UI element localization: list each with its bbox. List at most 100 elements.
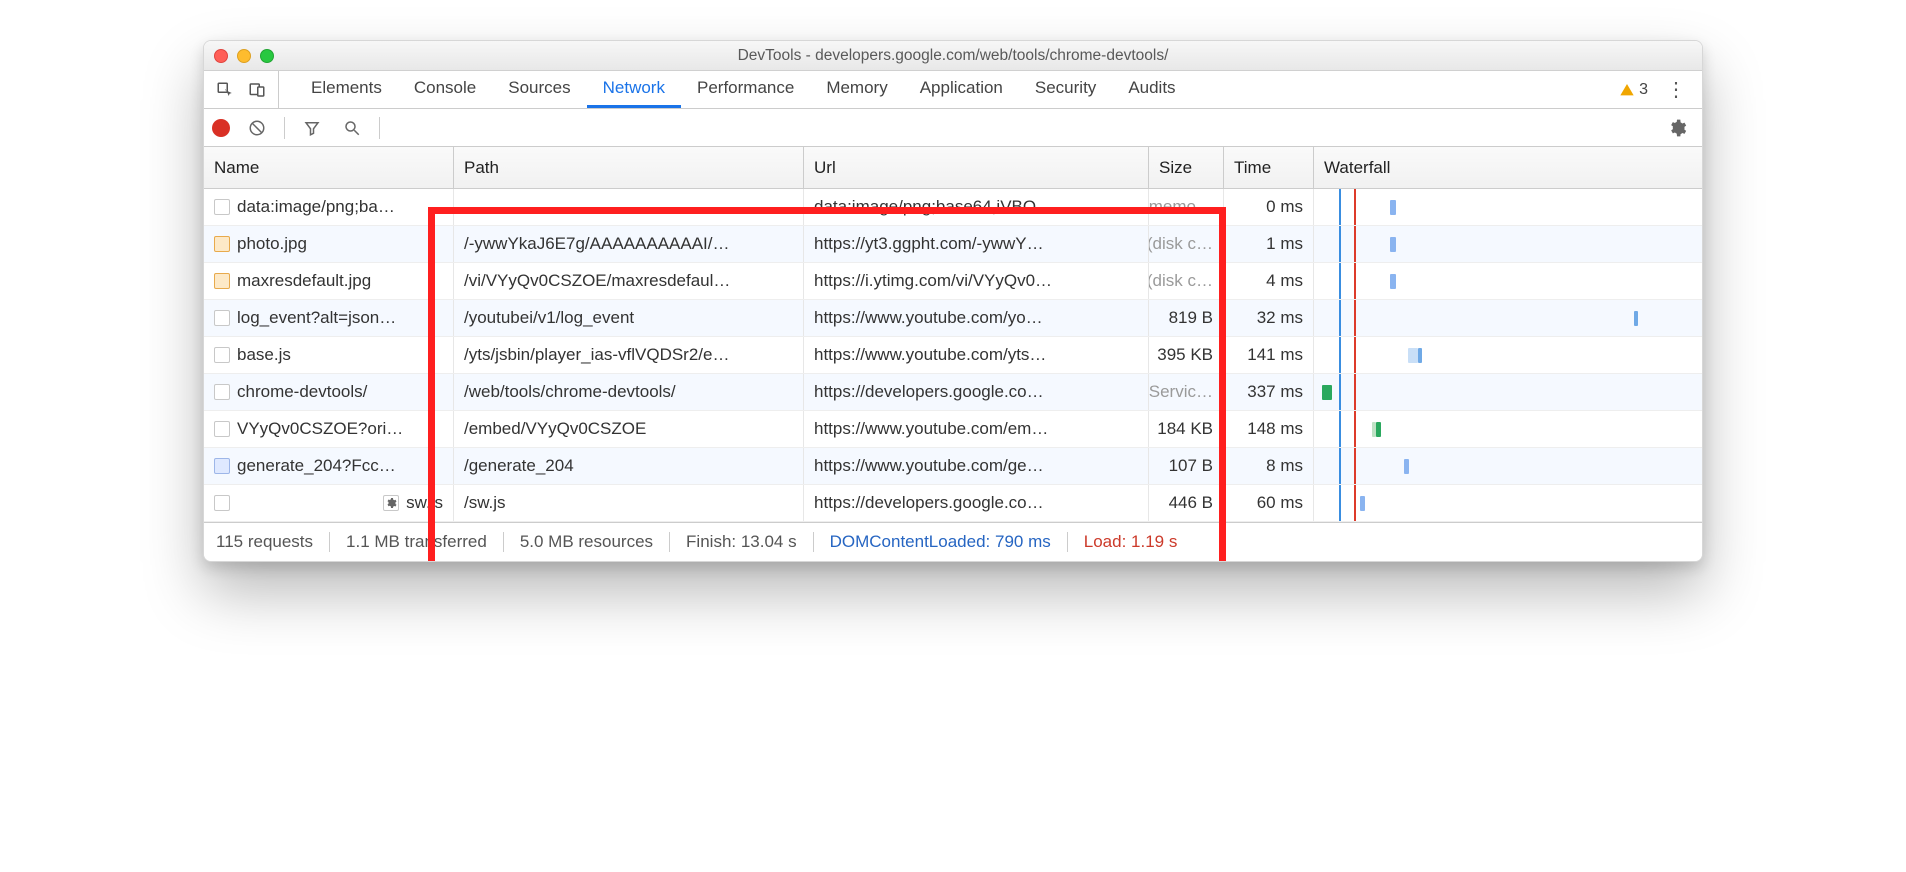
load-marker-line bbox=[1354, 189, 1356, 225]
tab-elements[interactable]: Elements bbox=[295, 71, 398, 108]
cell-time: 4 ms bbox=[1224, 263, 1314, 299]
load-marker-line bbox=[1354, 337, 1356, 373]
row-name: maxresdefault.jpg bbox=[237, 271, 371, 291]
cell-name: chrome-devtools/ bbox=[204, 374, 454, 410]
cell-url: https://www.youtube.com/yts… bbox=[804, 337, 1149, 373]
waterfall-bar bbox=[1322, 385, 1332, 400]
cell-path: /-ywwYkaJ6E7g/AAAAAAAAAAI/… bbox=[454, 226, 804, 262]
col-name[interactable]: Name bbox=[204, 147, 454, 188]
cell-name: photo.jpg bbox=[204, 226, 454, 262]
network-toolbar bbox=[204, 109, 1702, 147]
table-row[interactable]: sw.js/sw.jshttps://developers.google.co…… bbox=[204, 485, 1702, 522]
cell-path: /vi/VYyQv0CSZOE/maxresdefaul… bbox=[454, 263, 804, 299]
cell-path: /embed/VYyQv0CSZOE bbox=[454, 411, 804, 447]
row-name: VYyQv0CSZOE?ori… bbox=[237, 419, 403, 439]
cell-url: https://www.youtube.com/em… bbox=[804, 411, 1149, 447]
col-time[interactable]: Time bbox=[1224, 147, 1314, 188]
sb-finish: Finish: 13.04 s bbox=[670, 532, 814, 552]
image-file-icon bbox=[214, 273, 230, 289]
cell-name: log_event?alt=json… bbox=[204, 300, 454, 336]
dcl-marker-line bbox=[1339, 300, 1341, 336]
settings-gear-icon[interactable] bbox=[1664, 115, 1690, 141]
col-path[interactable]: Path bbox=[454, 147, 804, 188]
load-marker-line bbox=[1354, 374, 1356, 410]
row-name: photo.jpg bbox=[237, 234, 307, 254]
document-file-icon bbox=[214, 421, 230, 437]
sb-dcl: DOMContentLoaded: 790 ms bbox=[814, 532, 1068, 552]
dcl-marker-line bbox=[1339, 337, 1341, 373]
devtools-tabs: ElementsConsoleSourcesNetworkPerformance… bbox=[204, 71, 1702, 109]
document-file-icon bbox=[214, 384, 230, 400]
tab-sources[interactable]: Sources bbox=[492, 71, 586, 108]
record-button[interactable] bbox=[212, 119, 230, 137]
tabs-container: ElementsConsoleSourcesNetworkPerformance… bbox=[295, 71, 1192, 108]
inspect-element-icon[interactable] bbox=[212, 77, 238, 103]
sb-transferred: 1.1 MB transferred bbox=[330, 532, 504, 552]
cell-url: https://yt3.ggpht.com/-ywwY… bbox=[804, 226, 1149, 262]
table-row[interactable]: maxresdefault.jpg/vi/VYyQv0CSZOE/maxresd… bbox=[204, 263, 1702, 300]
device-toggle-icon[interactable] bbox=[244, 77, 270, 103]
load-marker-line bbox=[1354, 411, 1356, 447]
cell-time: 8 ms bbox=[1224, 448, 1314, 484]
table-row[interactable]: generate_204?Fcc…/generate_204https://ww… bbox=[204, 448, 1702, 485]
cell-url: data:image/png;base64,iVBO… bbox=[804, 189, 1149, 225]
tab-console[interactable]: Console bbox=[398, 71, 492, 108]
window-title: DevTools - developers.google.com/web/too… bbox=[204, 47, 1702, 65]
waterfall-bar bbox=[1634, 311, 1638, 326]
sb-load-value: 1.19 s bbox=[1131, 532, 1177, 551]
tab-network[interactable]: Network bbox=[587, 71, 681, 108]
tab-performance[interactable]: Performance bbox=[681, 71, 810, 108]
row-name: base.js bbox=[237, 345, 291, 365]
table-row[interactable]: data:image/png;ba… data:image/png;base64,… bbox=[204, 189, 1702, 226]
table-row[interactable]: VYyQv0CSZOE?ori… /embed/VYyQv0CSZOEhttps:… bbox=[204, 411, 1702, 448]
cell-name: VYyQv0CSZOE?ori… bbox=[204, 411, 454, 447]
sb-requests: 115 requests bbox=[216, 532, 330, 552]
cell-size: (disk c… bbox=[1149, 263, 1224, 299]
load-marker-line bbox=[1354, 263, 1356, 299]
cell-waterfall bbox=[1314, 226, 1702, 262]
waterfall-bar bbox=[1408, 348, 1418, 363]
table-row[interactable]: log_event?alt=json…/youtubei/v1/log_even… bbox=[204, 300, 1702, 337]
cell-waterfall bbox=[1314, 448, 1702, 484]
cell-path bbox=[454, 189, 804, 225]
table-row[interactable]: chrome-devtools//web/tools/chrome-devtoo… bbox=[204, 374, 1702, 411]
network-table: Name Path Url Size Time Waterfall data:i… bbox=[204, 147, 1702, 523]
cell-size: 184 KB bbox=[1149, 411, 1224, 447]
warnings-count: 3 bbox=[1639, 81, 1648, 99]
load-marker-line bbox=[1354, 448, 1356, 484]
cell-waterfall bbox=[1314, 337, 1702, 373]
load-marker-line bbox=[1354, 485, 1356, 521]
cell-time: 337 ms bbox=[1224, 374, 1314, 410]
filter-icon[interactable] bbox=[299, 115, 325, 141]
tab-memory[interactable]: Memory bbox=[810, 71, 903, 108]
clear-icon[interactable] bbox=[244, 115, 270, 141]
document-file-icon bbox=[214, 495, 230, 511]
document-file-icon bbox=[214, 347, 230, 363]
search-icon[interactable] bbox=[339, 115, 365, 141]
cell-size: 819 B bbox=[1149, 300, 1224, 336]
warnings-badge[interactable]: 3 bbox=[1619, 81, 1648, 99]
cell-time: 0 ms bbox=[1224, 189, 1314, 225]
sb-dcl-value: 790 ms bbox=[995, 532, 1051, 551]
dcl-marker-line bbox=[1339, 374, 1341, 410]
sb-resources: 5.0 MB resources bbox=[504, 532, 670, 552]
cell-waterfall bbox=[1314, 300, 1702, 336]
col-url[interactable]: Url bbox=[804, 147, 1149, 188]
cell-size: (Servic… bbox=[1149, 374, 1224, 410]
dcl-marker-line bbox=[1339, 411, 1341, 447]
col-size[interactable]: Size bbox=[1149, 147, 1224, 188]
table-row[interactable]: base.js/yts/jsbin/player_ias-vflVQDSr2/e… bbox=[204, 337, 1702, 374]
cell-name: data:image/png;ba… bbox=[204, 189, 454, 225]
cell-waterfall bbox=[1314, 485, 1702, 521]
tab-security[interactable]: Security bbox=[1019, 71, 1112, 108]
tab-audits[interactable]: Audits bbox=[1112, 71, 1191, 108]
cell-time: 60 ms bbox=[1224, 485, 1314, 521]
more-menu-icon[interactable]: ⋮ bbox=[1658, 77, 1694, 102]
col-waterfall[interactable]: Waterfall bbox=[1314, 147, 1702, 188]
cell-url: https://i.ytimg.com/vi/VYyQv0… bbox=[804, 263, 1149, 299]
waterfall-bar bbox=[1360, 496, 1365, 511]
table-row[interactable]: photo.jpg /-ywwYkaJ6E7g/AAAAAAAAAAI/…http… bbox=[204, 226, 1702, 263]
tab-application[interactable]: Application bbox=[904, 71, 1019, 108]
cell-path: /sw.js bbox=[454, 485, 804, 521]
sb-dcl-label: DOMContentLoaded: bbox=[830, 532, 995, 551]
